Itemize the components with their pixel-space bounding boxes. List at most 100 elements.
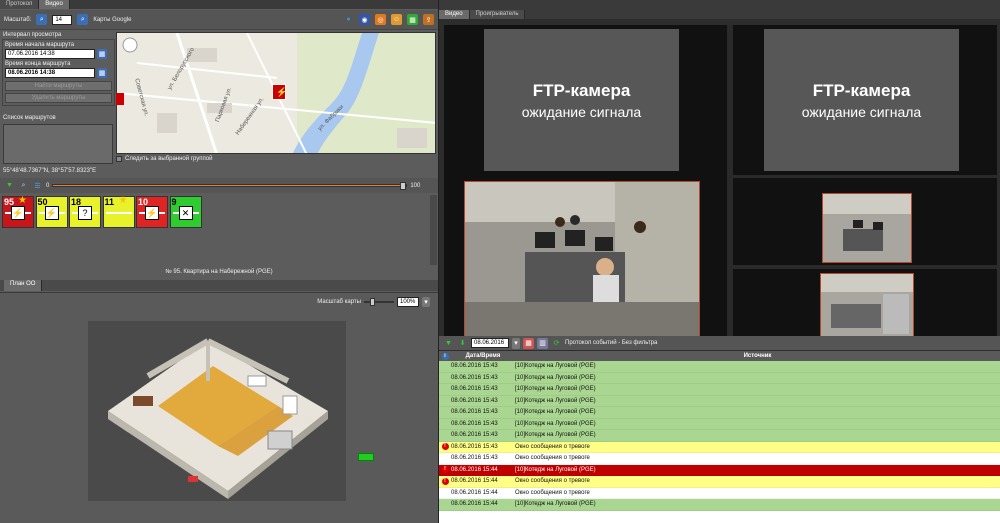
map-marker[interactable]: ⚡ <box>272 84 287 100</box>
row-datetime: 08.06.2016 15:43 <box>451 397 498 404</box>
person-icon[interactable]: ☺ <box>391 14 402 25</box>
floor-plan-image[interactable] <box>88 321 346 501</box>
table-row[interactable]: 08.06.2016 15:44 Окно сообщения о тревоге <box>439 487 1000 499</box>
globe-icon[interactable]: ◉ <box>359 14 370 25</box>
interval-title: Интервал просмотра <box>3 32 62 38</box>
camera-live-2[interactable] <box>822 193 912 263</box>
interval-panel: Интервал просмотра Время начала маршрута… <box>2 32 115 114</box>
delete-routes-button[interactable]: Удалить маршруты <box>5 93 112 103</box>
row-source: [10]Котедж на Луговой (PGE) <box>515 397 596 404</box>
refresh-icon[interactable]: ⟳ <box>551 338 562 349</box>
right-panel: Видео Проигрыватель FTP-камера ожидание … <box>439 10 1000 523</box>
camera-status: ожидание сигнала <box>801 103 922 120</box>
object-tile[interactable]: 95 ★ ⚡ <box>2 195 34 228</box>
camera-tile-1[interactable]: FTP-камера ожидание сигнала <box>484 29 679 171</box>
table-row[interactable]: 08.06.2016 15:43 [10]Котедж на Луговой (P… <box>439 418 1000 430</box>
zoom-icon[interactable]: ⌕ <box>36 14 48 25</box>
events-body: 08.06.2016 15:43 [10]Котедж на Луговой (P… <box>439 361 1000 511</box>
table-row[interactable]: 08.06.2016 15:44 [10]Котедж на Луговой (P… <box>439 499 1000 511</box>
col-datetime[interactable]: Дата/Время <box>451 353 515 359</box>
right-tabbar: Видео Проигрыватель <box>439 10 1000 19</box>
target-icon[interactable]: ◎ <box>375 14 386 25</box>
tab-player[interactable]: Проигрыватель <box>469 10 526 19</box>
right-top-strip <box>439 0 1000 10</box>
maps-provider-label[interactable]: Карты Google <box>93 17 131 23</box>
events-date-input[interactable]: 08.06.2016 <box>471 338 509 348</box>
row-datetime: 08.06.2016 15:44 <box>451 478 498 485</box>
opacity-slider[interactable] <box>52 182 408 190</box>
left-panel: Протокол Видео Масштаб: ⌕ 14 ⌕ Карты Goo… <box>0 0 438 523</box>
object-tile[interactable]: 10 ⚡ <box>136 196 168 228</box>
end-label: Время конца маршрута <box>5 61 71 67</box>
camera-status: ожидание сигнала <box>521 103 642 120</box>
search-icon[interactable]: ⌕ <box>77 14 89 25</box>
table-row[interactable]: ! 08.06.2016 15:44 Окно сообщения о тревог… <box>439 476 1000 488</box>
object-tile[interactable]: 18? <box>69 196 101 228</box>
slider-handle[interactable] <box>400 182 407 190</box>
tab-protocol[interactable]: Протокол <box>0 0 40 9</box>
row-source: [10]Котедж на Луговой (PGE) <box>515 432 596 439</box>
calendar-icon[interactable]: ▦ <box>523 337 534 349</box>
table-row[interactable]: 08.06.2016 15:43 [10]Котедж на Луговой (P… <box>439 372 1000 384</box>
filter-icon[interactable]: ▼ <box>443 338 454 349</box>
col-source[interactable]: Источник <box>515 353 1000 359</box>
start-time-input[interactable]: 07.06.2016 14:38 <box>5 49 95 59</box>
row-status-cell: ! <box>439 443 451 451</box>
table-row[interactable]: 08.06.2016 15:43 [10]Котедж на Луговой (P… <box>439 395 1000 407</box>
object-tile[interactable]: 50 ⚡ <box>35 196 68 228</box>
calendar-icon[interactable]: ▦ <box>97 49 107 59</box>
follow-checkbox[interactable] <box>116 156 122 162</box>
plan-scale-input[interactable]: 100% <box>397 297 419 307</box>
start-label: Время начала маршрута <box>5 42 75 48</box>
calendar-icon[interactable]: ▦ <box>97 68 107 78</box>
scale-select[interactable]: 14 <box>52 14 73 25</box>
sensor-marker[interactable] <box>358 453 374 461</box>
filter-icon[interactable]: ▼ <box>4 180 15 191</box>
camera-tile-2[interactable]: FTP-камера ожидание сигнала <box>764 29 959 171</box>
plan-scale-row: Масштаб карты 100% ▾ <box>317 297 430 307</box>
camera-live-3[interactable] <box>820 273 914 339</box>
tab-video-right[interactable]: Видео <box>439 10 470 19</box>
alarm-icon: ! <box>441 443 449 451</box>
end-time-input[interactable]: 08.06.2016 14:38 <box>5 68 95 78</box>
export-icon[interactable]: ⇪ <box>423 14 434 25</box>
camera-title: FTP-камера <box>812 80 911 100</box>
table-row[interactable]: 08.06.2016 15:43 Окно сообщения о тревоге <box>439 453 1000 465</box>
chart-icon[interactable]: ▥ <box>537 337 548 349</box>
chevron-down-icon[interactable]: ▾ <box>422 297 430 307</box>
row-datetime: 08.06.2016 15:44 <box>451 501 498 508</box>
camera-title: FTP-камера <box>532 80 631 100</box>
table-row[interactable]: 08.06.2016 15:43 [10]Котедж на Луговой (P… <box>439 407 1000 419</box>
layers-icon[interactable]: ▦ <box>407 14 418 25</box>
row-source: [10]Котедж на Луговой (PGE) <box>515 374 596 381</box>
row-source: [10]Котедж на Луговой (PGE) <box>515 386 596 393</box>
table-row[interactable]: 08.06.2016 15:43 [10]Котедж на Луговой (P… <box>439 361 1000 373</box>
routes-list[interactable] <box>3 124 113 164</box>
find-routes-button[interactable]: Найти маршруты <box>5 81 112 91</box>
object-tile[interactable]: 11 ★ <box>102 195 135 228</box>
zoom-icon[interactable]: ⌕ <box>18 180 29 191</box>
location-pin-icon[interactable]: ● <box>343 14 354 25</box>
row-datetime: 08.06.2016 15:44 <box>451 489 498 496</box>
tab-plan[interactable]: План ОО <box>4 280 43 291</box>
object-tile[interactable]: 9 ✕ <box>169 196 202 228</box>
camera-live-1[interactable] <box>464 181 700 339</box>
star-icon: ★ <box>18 195 27 206</box>
table-row[interactable]: ! 08.06.2016 15:44 [10]Котедж на Луговой (… <box>439 464 1000 476</box>
map-view[interactable]: Советская ул. ул. Белорусского Парковая … <box>116 32 436 154</box>
list-icon[interactable]: ☰ <box>32 180 43 191</box>
plan-scale-label: Масштаб карты <box>317 299 361 305</box>
chevron-down-icon[interactable]: ▾ <box>512 337 520 349</box>
map-side-marker[interactable] <box>116 93 124 105</box>
video-grid: FTP-камера ожидание сигнала FTP-камера о… <box>444 25 997 342</box>
arrow-down-icon[interactable]: ⬇ <box>457 338 468 349</box>
tab-video[interactable]: Видео <box>39 0 70 9</box>
table-row[interactable]: 08.06.2016 15:43 [10]Котедж на Луговой (P… <box>439 384 1000 396</box>
plan-scale-handle[interactable] <box>370 298 375 306</box>
tiles-scrollbar[interactable] <box>430 195 437 265</box>
table-row[interactable]: 08.06.2016 15:43 [10]Котедж на Луговой (P… <box>439 430 1000 442</box>
events-table: i Дата/Время Источник 08.06.2016 15:43 [1… <box>439 351 1000 523</box>
table-row[interactable]: ! 08.06.2016 15:43 Окно сообщения о тревог… <box>439 441 1000 453</box>
plan-header: № 95. Квартира на Набережной (PGE) <box>165 269 273 275</box>
plan-scale-slider[interactable] <box>364 298 394 306</box>
